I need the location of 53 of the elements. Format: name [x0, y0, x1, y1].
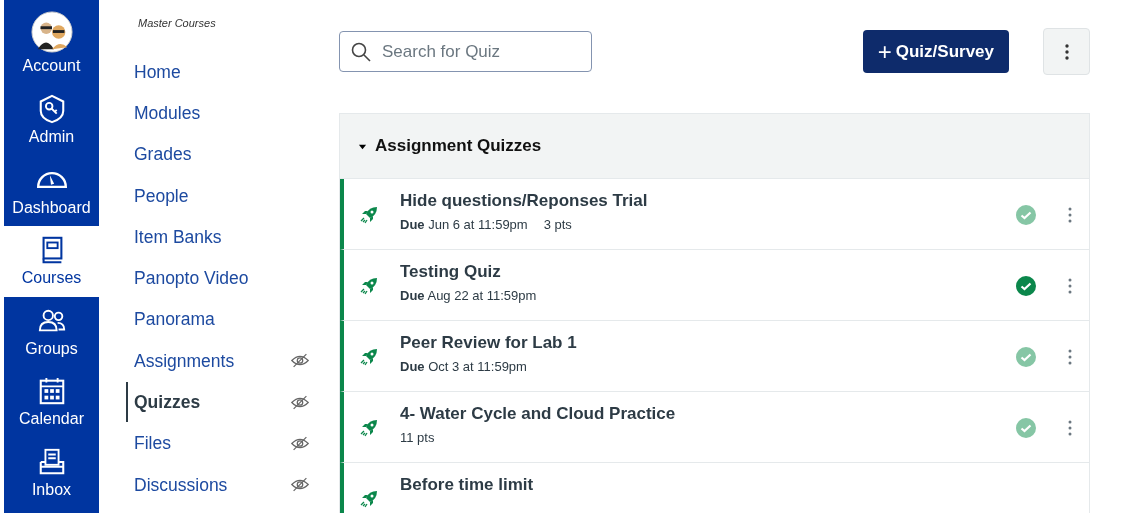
kebab-icon	[1068, 420, 1072, 436]
kebab-icon	[1068, 207, 1072, 223]
due-date: Due Jun 6 at 11:59pm	[400, 217, 528, 232]
rocket-icon	[359, 347, 379, 367]
rocket-icon	[359, 489, 379, 509]
global-nav-item[interactable]: Groups	[4, 296, 99, 367]
published-check-icon[interactable]	[1016, 418, 1036, 438]
course-nav-link[interactable]: Panopto Video	[126, 258, 310, 299]
kebab-icon	[1064, 43, 1069, 60]
rocket-icon	[359, 276, 379, 296]
course-nav-link[interactable]: Files	[126, 423, 290, 464]
quiz-menu-button[interactable]	[1068, 420, 1072, 436]
quiz-title-link[interactable]: 4- Water Cycle and Cloud Practice	[400, 404, 1016, 424]
course-nav-link[interactable]: Grades	[126, 134, 310, 175]
due-date: Due Aug 22 at 11:59pm	[400, 288, 537, 303]
group-header[interactable]: Assignment Quizzes	[340, 114, 1089, 179]
quiz-title-link[interactable]: Testing Quiz	[400, 262, 1016, 282]
speedometer-icon	[36, 170, 67, 188]
published-check-icon[interactable]	[1016, 276, 1036, 296]
kebab-icon	[1068, 349, 1072, 365]
course-nav-link[interactable]: Discussions	[126, 464, 290, 505]
course-nav-link[interactable]: Home	[126, 51, 310, 92]
avatar-icon	[30, 10, 73, 53]
rocket-icon	[359, 205, 379, 225]
points-label: 11 pts	[400, 430, 435, 445]
kebab-icon	[1068, 278, 1072, 294]
course-nav-link[interactable]: Modules	[126, 92, 310, 133]
quiz-menu-button[interactable]	[1068, 349, 1072, 365]
quiz-menu-button[interactable]	[1068, 207, 1072, 223]
course-nav-link[interactable]: Quizzes	[126, 382, 290, 422]
course-nav-link[interactable]: People	[126, 175, 310, 216]
add-quiz-button[interactable]: + Quiz/Survey	[862, 30, 1009, 73]
rocket-icon	[359, 418, 379, 438]
points-label: 3 pts	[543, 217, 572, 232]
global-nav-item[interactable]: Courses	[4, 226, 99, 297]
global-nav-item[interactable]: Dashboard	[4, 155, 99, 226]
due-date: Due Oct 3 at 11:59pm	[400, 359, 527, 374]
quiz-title-link[interactable]: Hide questions/Reponses Trial	[400, 191, 1016, 211]
global-nav-item[interactable]: Account	[4, 0, 99, 85]
group-title: Assignment Quizzes	[375, 136, 542, 156]
course-nav-link[interactable]: Item Banks	[126, 216, 310, 257]
course-nav-link[interactable]: Panorama	[126, 299, 310, 340]
quiz-menu-button[interactable]	[1068, 278, 1072, 294]
published-check-icon[interactable]	[1016, 205, 1036, 225]
quiz-title-link[interactable]: Peer Review for Lab 1	[400, 333, 1016, 353]
course-nav-link[interactable]: Assignments	[126, 340, 290, 381]
published-check-icon[interactable]	[1016, 347, 1036, 367]
course-title: Master Courses	[138, 17, 217, 29]
global-nav-item[interactable]: Calendar	[4, 367, 99, 438]
global-nav-item[interactable]: Inbox	[4, 437, 99, 508]
search-field[interactable]: Search for Quiz	[339, 31, 592, 72]
global-nav-item[interactable]: Admin	[4, 85, 99, 156]
quiz-title-link[interactable]: Before time limit	[400, 475, 1072, 495]
